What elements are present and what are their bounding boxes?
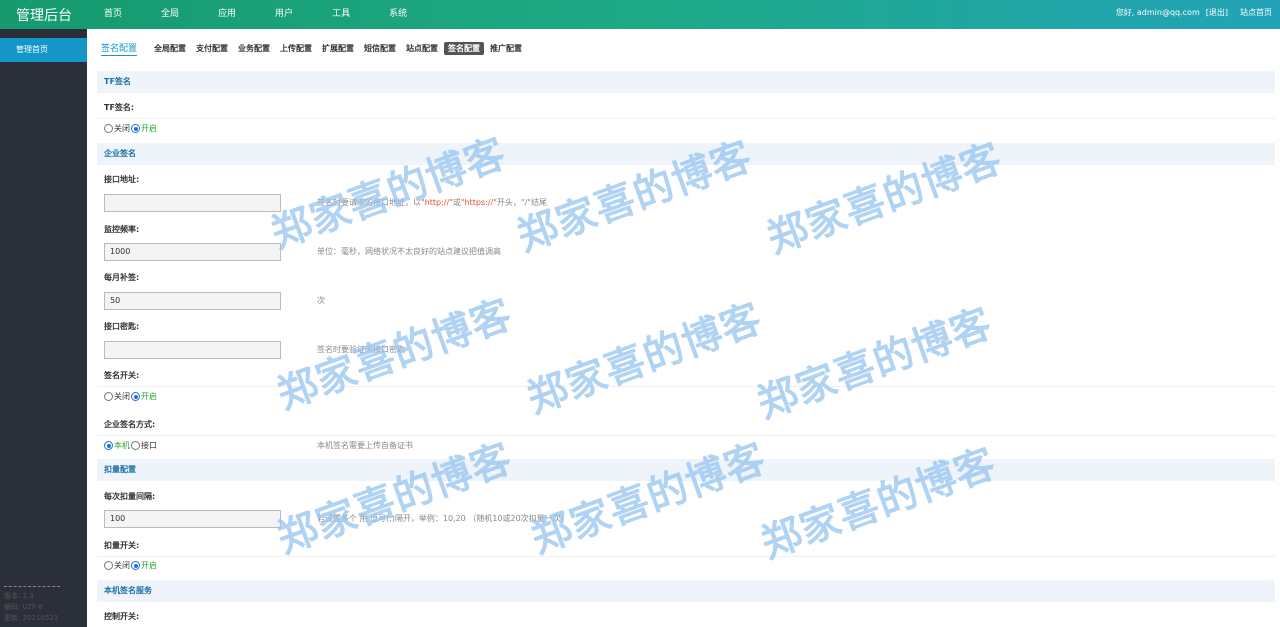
nav-item-global[interactable]: 全局: [161, 0, 179, 29]
section-local-sign-service: 本机签名服务: [97, 580, 1275, 602]
api-url-hint-pre: 签名时要请求的接口地址，以: [317, 198, 421, 207]
tab-header-title[interactable]: 签名配置: [101, 41, 138, 56]
mode-local-radio[interactable]: [104, 441, 113, 450]
tf-sign-radios: 关闭 开启: [104, 123, 158, 134]
monitor-freq-hint: 单位：毫秒，网络状况不太良好的站点建议把值调高: [317, 247, 501, 256]
config-tabs: 签名配置 全局配置 支付配置 业务配置 上传配置 扩展配置 短信配置 站点配置 …: [101, 41, 528, 56]
tf-sign-off-radio[interactable]: [104, 124, 113, 133]
tab-promo-config[interactable]: 推广配置: [486, 42, 526, 55]
monthly-resign-input[interactable]: 50: [104, 292, 281, 310]
row-divider: [97, 435, 1275, 436]
section-tf-sign: TF签名: [97, 71, 1275, 93]
main-nav: 首页 全局 应用 用户 工具 系统: [104, 0, 446, 29]
nav-item-apps[interactable]: 应用: [218, 0, 236, 29]
deduct-interval-hint: 若设置多个 用 逗号(,)隔开，举例：10,20 （随机10或20次扣量一次）: [317, 514, 569, 523]
tab-extension-config[interactable]: 扩展配置: [318, 42, 358, 55]
monthly-resign-label: 每月补签:: [104, 273, 140, 282]
deduct-interval-label: 每次扣量间隔:: [104, 492, 156, 501]
sidebar: 管理首页 版本: 2.3 编码: UTF-8 更新: 20210523: [0, 29, 87, 627]
api-key-label: 接口密匙:: [104, 322, 140, 331]
deduct-interval-input[interactable]: 100: [104, 510, 281, 528]
tf-sign-on-radio[interactable]: [131, 124, 140, 133]
mode-api-radio[interactable]: [131, 441, 140, 450]
nav-item-system[interactable]: 系统: [389, 0, 407, 29]
enterprise-mode-label: 企业签名方式:: [104, 420, 156, 429]
site-home-link[interactable]: 站点首页: [1240, 0, 1272, 29]
control-switch-label: 控制开关:: [104, 612, 140, 621]
nav-item-home[interactable]: 首页: [104, 0, 122, 29]
deduct-switch-on-radio[interactable]: [131, 561, 140, 570]
sidebar-divider: [4, 586, 60, 587]
tab-sign-config[interactable]: 签名配置: [444, 42, 485, 55]
sign-switch-radios: 关闭 开启: [104, 391, 158, 402]
monitor-freq-label: 监控频率:: [104, 225, 140, 234]
update-text: 更新: 20210523: [4, 614, 59, 622]
nav-item-users[interactable]: 用户: [275, 0, 293, 29]
row-divider: [97, 386, 1275, 387]
monthly-resign-hint: 次: [317, 296, 325, 305]
encoding-text: 编码: UTF-8: [4, 603, 43, 611]
monitor-freq-input[interactable]: 1000: [104, 243, 281, 261]
tab-global-config[interactable]: 全局配置: [150, 42, 190, 55]
deduct-switch-label: 扣量开关:: [104, 541, 140, 550]
sign-switch-off-radio[interactable]: [104, 392, 113, 401]
logout-link[interactable]: [退出]: [1206, 0, 1228, 29]
sign-switch-off-label: 关闭: [114, 392, 130, 401]
mode-api-label: 接口: [141, 441, 157, 450]
sign-switch-label: 签名开关:: [104, 371, 140, 380]
api-url-input[interactable]: [104, 194, 281, 212]
version-text: 版本: 2.3: [4, 592, 34, 600]
sign-switch-on-radio[interactable]: [131, 392, 140, 401]
api-url-hint-http: "http://": [421, 198, 453, 207]
sidebar-info: 版本: 2.3 编码: UTF-8 更新: 20210523: [4, 591, 58, 624]
section-enterprise-sign: 企业签名: [97, 143, 1275, 165]
enterprise-mode-hint: 本机签名需要上传自备证书: [317, 441, 413, 450]
section-deduct-config: 扣量配置: [97, 459, 1275, 481]
tf-sign-off-label: 关闭: [114, 124, 130, 133]
deduct-switch-off-label: 关闭: [114, 561, 130, 570]
deduct-switch-radios: 关闭 开启: [104, 560, 158, 571]
tab-business-config[interactable]: 业务配置: [234, 42, 274, 55]
user-greeting: 您好, admin@qq.com: [1115, 8, 1200, 17]
api-url-hint-https: "https://": [460, 198, 497, 207]
sidebar-item-dashboard[interactable]: 管理首页: [0, 38, 87, 62]
row-divider: [97, 118, 1275, 119]
app-logo: 管理后台: [16, 8, 72, 24]
api-url-hint-mid: 或: [452, 198, 461, 207]
tf-sign-on-label: 开启: [141, 124, 157, 133]
enterprise-mode-radios: 本机 接口: [104, 440, 158, 451]
sign-switch-on-label: 开启: [141, 392, 157, 401]
tab-upload-config[interactable]: 上传配置: [276, 42, 316, 55]
deduct-switch-on-label: 开启: [141, 561, 157, 570]
tab-site-config[interactable]: 站点配置: [402, 42, 442, 55]
api-key-input[interactable]: [104, 341, 281, 359]
api-key-hint: 签名时要验证的接口密匙: [317, 345, 405, 354]
api-url-label: 接口地址:: [104, 175, 140, 184]
top-bar: 管理后台 首页 全局 应用 用户 工具 系统 您好, admin@qq.com …: [0, 0, 1280, 29]
tab-payment-config[interactable]: 支付配置: [192, 42, 232, 55]
api-url-hint: 签名时要请求的接口地址，以"http://"或"https://"开头，"/"结…: [317, 197, 547, 208]
row-divider: [97, 556, 1275, 557]
tab-sms-config[interactable]: 短信配置: [360, 42, 400, 55]
api-url-hint-post: 开头，"/"结尾: [496, 198, 547, 207]
tf-sign-label: TF签名:: [104, 103, 135, 112]
nav-item-tools[interactable]: 工具: [332, 0, 350, 29]
mode-local-label: 本机: [114, 441, 130, 450]
main-content: 签名配置 全局配置 支付配置 业务配置 上传配置 扩展配置 短信配置 站点配置 …: [87, 29, 1280, 627]
deduct-switch-off-radio[interactable]: [104, 561, 113, 570]
user-area: 您好, admin@qq.com [退出] 站点首页: [1116, 0, 1272, 29]
